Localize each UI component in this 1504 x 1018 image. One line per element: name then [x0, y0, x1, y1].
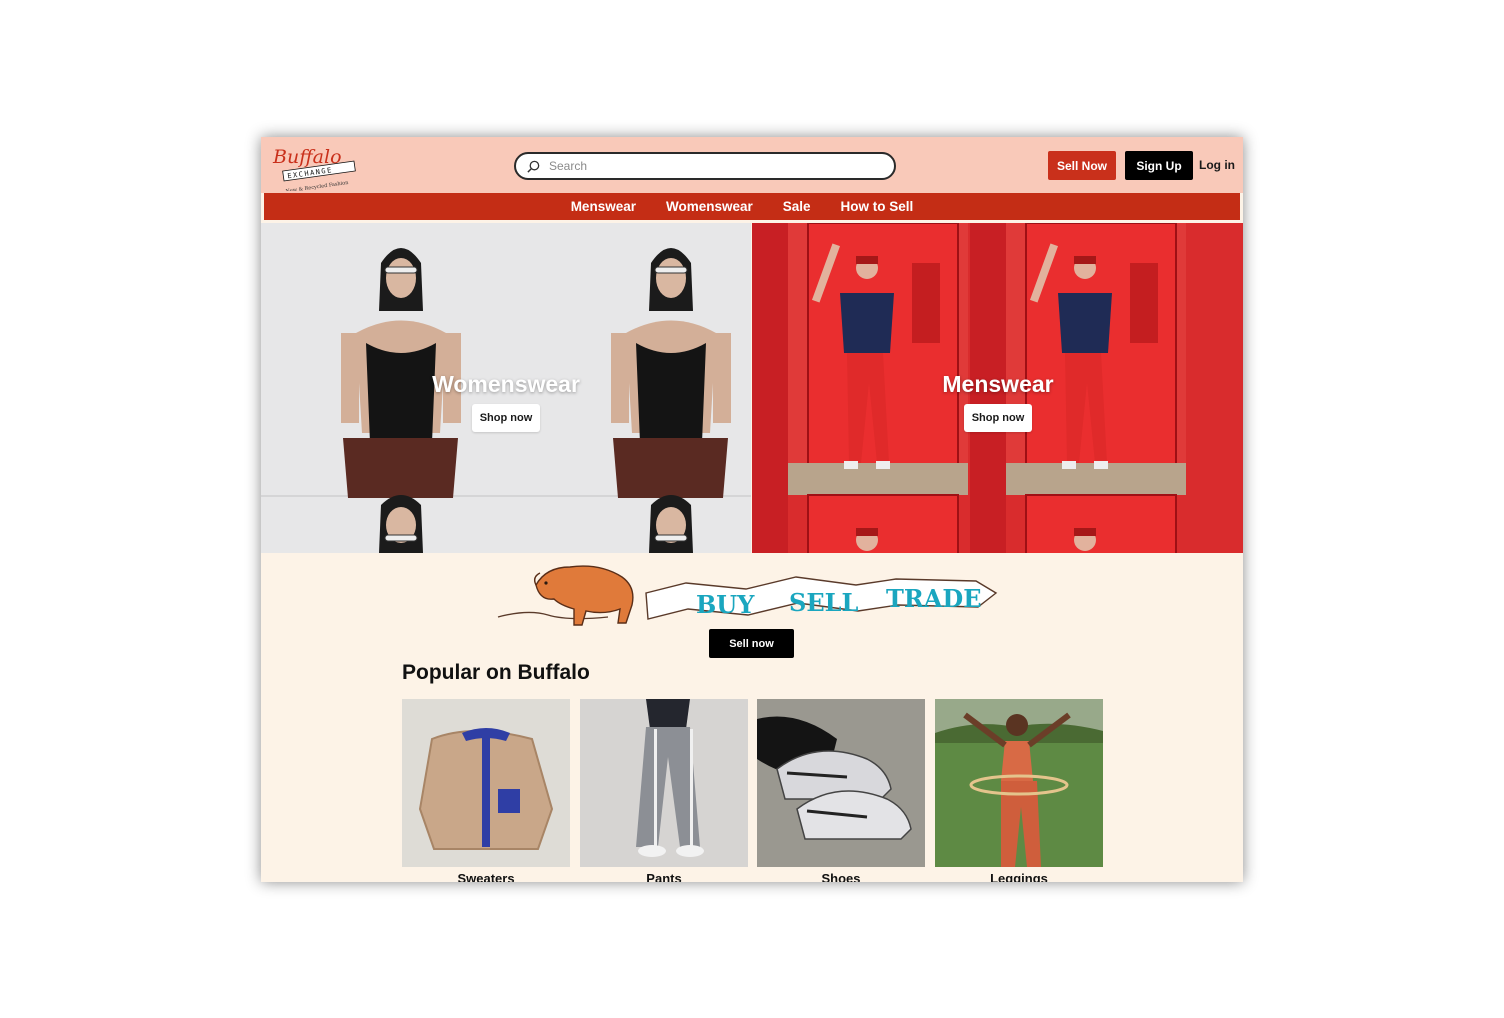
browser-window: Buffalo EXCHANGE New & Recycled Fashion … [261, 137, 1243, 882]
banner-word-sell: SELL [789, 588, 859, 617]
nav-item-sale[interactable]: Sale [783, 199, 811, 214]
category-label-shoes[interactable]: Shoes [757, 871, 925, 882]
banner-word-trade: TRADE [886, 584, 982, 613]
leggings-photo [935, 699, 1103, 867]
site-header: Buffalo EXCHANGE New & Recycled Fashion … [261, 137, 1243, 193]
category-label-sweaters[interactable]: Sweaters [402, 871, 570, 882]
popular-section-title: Popular on Buffalo [402, 661, 590, 684]
category-card-pants[interactable] [580, 699, 748, 867]
nav-item-menswear[interactable]: Menswear [571, 199, 636, 214]
main-nav: Menswear Womenswear Sale How to Sell [264, 193, 1240, 220]
pants-photo [580, 699, 748, 867]
buffalo-exchange-logo[interactable]: Buffalo EXCHANGE New & Recycled Fashion [271, 141, 371, 191]
hero-menswear-tile[interactable]: Menswear Shop now [752, 223, 1243, 553]
hero-womenswear-title: Womenswear [432, 371, 580, 397]
nav-item-how-to-sell[interactable]: How to Sell [841, 199, 914, 214]
category-label-leggings[interactable]: Leggings [935, 871, 1103, 882]
log-in-link[interactable]: Log in [1199, 158, 1235, 172]
nav-item-womenswear[interactable]: Womenswear [666, 199, 753, 214]
bison-icon [533, 565, 634, 626]
search-bar[interactable] [514, 152, 896, 180]
menswear-shop-now-button[interactable]: Shop now [964, 404, 1032, 432]
hero-womenswear-tile[interactable]: Womenswear Shop now [261, 223, 751, 553]
sign-up-button[interactable]: Sign Up [1125, 151, 1193, 180]
category-label-pants[interactable]: Pants [580, 871, 748, 882]
hero-section: Womenswear Shop now Menswear Shop now [261, 223, 1243, 553]
banner-word-buy: BUY [696, 590, 755, 619]
shoes-photo [757, 699, 925, 867]
search-input[interactable] [549, 159, 869, 173]
womenswear-shop-now-button[interactable]: Shop now [472, 404, 540, 432]
search-icon [527, 160, 540, 173]
category-card-sweaters[interactable] [402, 699, 570, 867]
category-card-leggings[interactable] [935, 699, 1103, 867]
logo-tagline: New & Recycled Fashion [285, 180, 349, 191]
sweater-photo [402, 699, 570, 867]
category-card-shoes[interactable] [757, 699, 925, 867]
logo-sub: EXCHANGE [287, 166, 333, 180]
sell-now-button[interactable]: Sell Now [1048, 151, 1116, 180]
hero-menswear-title: Menswear [942, 371, 1054, 397]
buy-sell-trade-banner: BUY SELL TRADE [497, 565, 998, 626]
banner-sell-now-button[interactable]: Sell now [709, 629, 794, 658]
